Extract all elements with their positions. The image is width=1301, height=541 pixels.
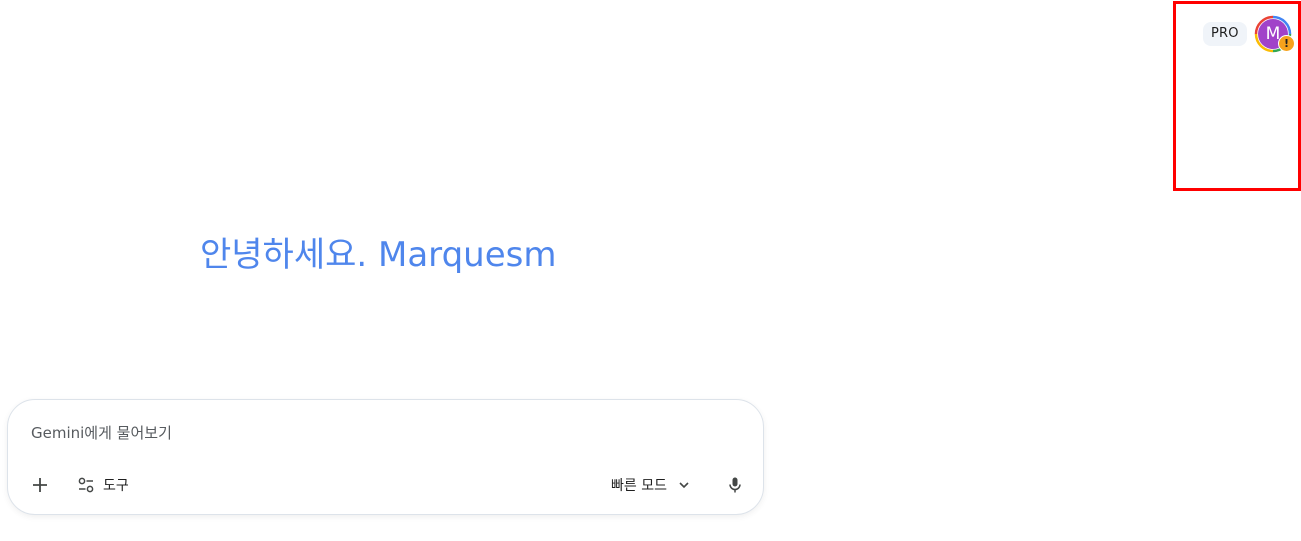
add-button[interactable]: [28, 473, 52, 497]
microphone-icon: [729, 477, 741, 493]
gemini-home-page: PRO M ! 안녕하세요. Marquesm 도구: [0, 0, 1301, 541]
tools-label: 도구: [103, 478, 129, 494]
pro-badge[interactable]: PRO: [1203, 22, 1247, 46]
mode-label: 빠른 모드: [611, 478, 667, 494]
tools-button[interactable]: 도구: [77, 473, 129, 497]
greeting-title: 안녕하세요. Marquesm: [200, 235, 557, 275]
microphone-button[interactable]: [723, 473, 747, 497]
plus-icon: [33, 478, 47, 492]
mode-selector[interactable]: 빠른 모드: [611, 473, 691, 497]
account-avatar-button[interactable]: M !: [1254, 15, 1295, 53]
prompt-input[interactable]: [31, 422, 731, 444]
chevron-down-icon: [679, 482, 689, 489]
warning-badge-icon: !: [1278, 35, 1295, 52]
prompt-composer: 도구 빠른 모드: [7, 399, 764, 515]
tune-icon: [78, 477, 94, 493]
